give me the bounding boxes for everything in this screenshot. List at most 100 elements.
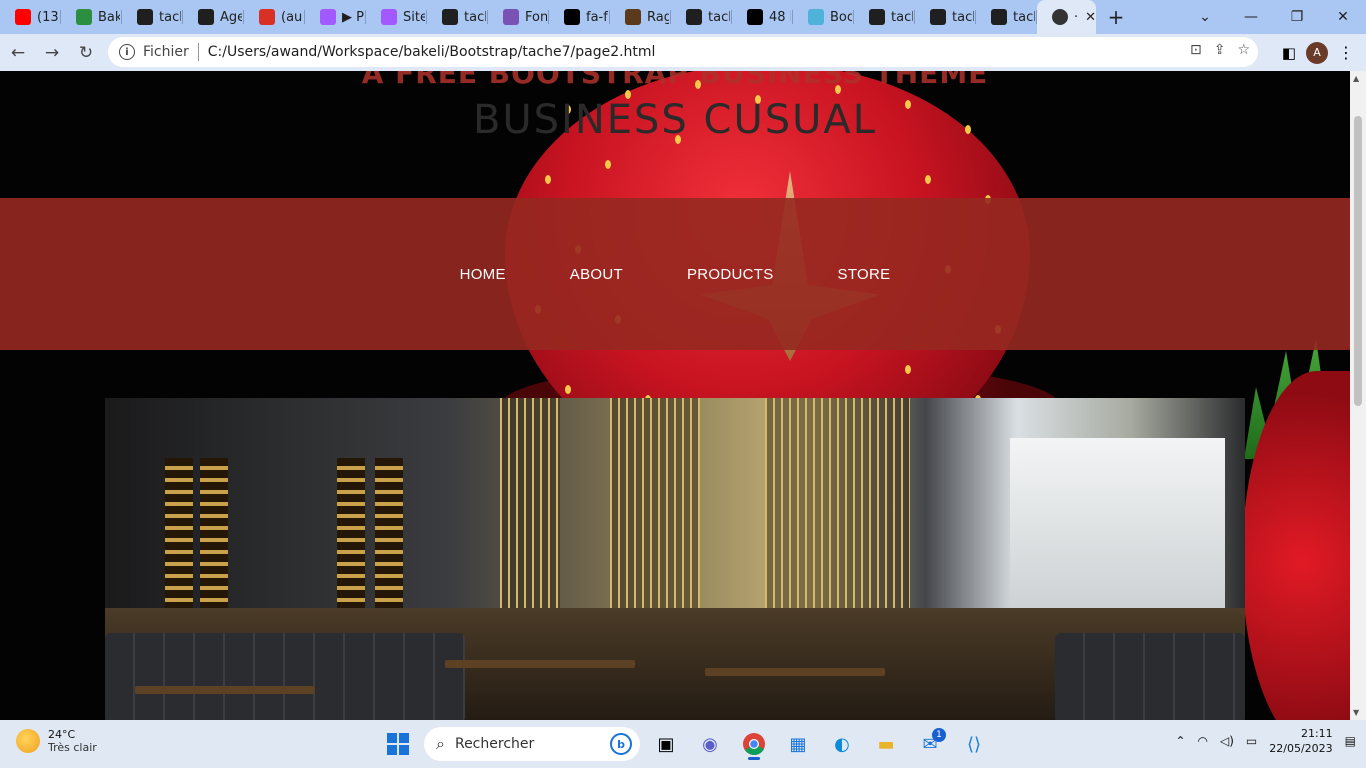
browser-tab[interactable]: tach: [122, 0, 183, 34]
gmail-icon: [259, 9, 275, 25]
close-window-button[interactable]: ✕: [1320, 0, 1366, 34]
profile-avatar[interactable]: A: [1306, 41, 1328, 64]
task-view-icon[interactable]: ▣: [648, 726, 684, 762]
tab-label: (auc: [281, 9, 303, 25]
dining-table: [705, 668, 885, 676]
mail-icon[interactable]: ✉ 1: [912, 726, 948, 762]
tab-label: tach: [708, 9, 730, 25]
wine-shelf: [337, 458, 365, 618]
weather-moon-icon: [16, 729, 40, 753]
start-windows-icon[interactable]: [380, 726, 416, 762]
mail-badge: 1: [932, 728, 946, 742]
window-controls: ⌄ — ❐ ✕: [1182, 0, 1366, 34]
banquette-seat: [1055, 633, 1245, 720]
scrollbar-thumb[interactable]: [1354, 116, 1362, 406]
bookmark-star-icon[interactable]: ☆: [1237, 42, 1250, 58]
file-explorer-icon[interactable]: ▬: [868, 726, 904, 762]
toolbar-right: ◧ A ⋮: [1282, 34, 1366, 71]
restore-button[interactable]: ❐: [1274, 0, 1320, 34]
tray-chevron-icon[interactable]: ⌃: [1175, 734, 1185, 748]
browser-tab[interactable]: tach: [854, 0, 915, 34]
tab-label: (13): [37, 9, 59, 25]
browser-tab[interactable]: fa-f: [549, 0, 610, 34]
weather-widget[interactable]: 24°C Très clair: [16, 728, 97, 754]
tab-search-icon[interactable]: ⌄: [1182, 0, 1228, 34]
browser-tab[interactable]: tach: [976, 0, 1037, 34]
active-tab[interactable]: · ✕: [1037, 0, 1096, 34]
tab-label: fa-f: [586, 9, 608, 25]
globe-icon: [991, 9, 1007, 25]
browser-toolbar: ← → ↻ i Fichier C:/Users/awand/Workspace…: [0, 34, 1366, 71]
taskbar-search[interactable]: ⌕ Rechercher b: [424, 727, 640, 761]
notifications-icon[interactable]: ▤: [1345, 734, 1356, 748]
wine-shelf: [375, 458, 403, 618]
clock[interactable]: 21:11 22/05/2023: [1269, 726, 1332, 756]
share-icon[interactable]: ⇪: [1214, 42, 1226, 58]
system-tray: ⌃ ◠ ◁) ▭ 21:11 22/05/2023 ▤: [1175, 726, 1356, 756]
browser-tab[interactable]: Boc: [793, 0, 854, 34]
chrome-icon[interactable]: [736, 726, 772, 762]
tab-label: 48 E: [769, 9, 791, 25]
windows-taskbar: 24°C Très clair ⌕ Rechercher b ▣ ◉ ▦ ◐ ▬…: [0, 720, 1366, 768]
wifi-icon[interactable]: ◠: [1198, 734, 1208, 748]
browser-tab[interactable]: Rag: [610, 0, 671, 34]
nav-store[interactable]: STORE: [806, 266, 923, 283]
strawberry-seed: [565, 385, 571, 394]
clock-time: 21:11: [1300, 727, 1333, 740]
battery-icon[interactable]: ▭: [1246, 734, 1257, 748]
browser-tab[interactable]: (13): [0, 0, 61, 34]
browser-tab[interactable]: Fon: [488, 0, 549, 34]
clock-date: 22/05/2023: [1269, 742, 1333, 755]
browser-tab[interactable]: tach: [915, 0, 976, 34]
browser-tab[interactable]: tach: [427, 0, 488, 34]
hero-subtitle: A FREE BOOTSTRAP BUSINESS THEME: [361, 71, 989, 90]
image-icon: [625, 9, 641, 25]
strawberry-seed: [605, 160, 611, 169]
restaurant-photo: [105, 398, 1245, 720]
figma-icon: [320, 9, 336, 25]
tab-label: Fon: [525, 9, 547, 25]
globe-icon: [198, 9, 214, 25]
new-tab-button[interactable]: +: [1096, 0, 1136, 34]
dining-table: [135, 686, 315, 694]
translate-icon[interactable]: ⊡: [1190, 42, 1202, 58]
back-button[interactable]: ←: [2, 37, 34, 69]
nav-about[interactable]: ABOUT: [538, 266, 655, 283]
browser-tab[interactable]: Site: [366, 0, 427, 34]
reload-button[interactable]: ↻: [70, 37, 102, 69]
scroll-down-icon[interactable]: ▼: [1353, 708, 1359, 717]
menu-icon[interactable]: ⋮: [1338, 43, 1354, 62]
nav-home[interactable]: HOME: [428, 266, 538, 283]
browser-tab[interactable]: Bak: [61, 0, 122, 34]
browser-tab[interactable]: 48 E: [732, 0, 793, 34]
bing-icon[interactable]: b: [610, 733, 632, 755]
bakeli-icon: [76, 9, 92, 25]
url-text[interactable]: C:/Users/awand/Workspace/bakeli/Bootstra…: [208, 44, 656, 60]
vscode-icon[interactable]: ⟨⟩: [956, 726, 992, 762]
address-actions: ⊡ ⇪ ☆: [1190, 42, 1250, 58]
close-tab-icon[interactable]: ✕: [1085, 10, 1096, 25]
tab-label: tach: [464, 9, 486, 25]
side-panel-icon[interactable]: ◧: [1282, 44, 1296, 62]
page-scrollbar[interactable]: ▲ ▼: [1350, 71, 1366, 720]
browser-tab-strip: (13) Bak tach Age (auc ▶ P Site tach Fon fa-f Rag t…: [0, 0, 1366, 34]
browser-tab[interactable]: Age: [183, 0, 244, 34]
browser-tab[interactable]: tach: [671, 0, 732, 34]
site-info-icon[interactable]: i: [119, 44, 135, 60]
nav-products[interactable]: PRODUCTS: [655, 266, 806, 283]
scroll-up-icon[interactable]: ▲: [1353, 74, 1359, 83]
browser-tab[interactable]: ▶ P: [305, 0, 366, 34]
store-icon[interactable]: ▦: [780, 726, 816, 762]
wine-shelf: [165, 458, 193, 618]
address-bar[interactable]: i Fichier C:/Users/awand/Workspace/bakel…: [108, 37, 1258, 67]
edge-icon[interactable]: ◐: [824, 726, 860, 762]
minimize-button[interactable]: —: [1228, 0, 1274, 34]
youtube-icon: [15, 9, 31, 25]
taskbar-apps: ⌕ Rechercher b ▣ ◉ ▦ ◐ ▬ ✉ 1 ⟨⟩: [380, 726, 992, 762]
volume-icon[interactable]: ◁): [1220, 734, 1234, 748]
url-scheme-label: Fichier: [143, 44, 189, 60]
teams-chat-icon[interactable]: ◉: [692, 726, 728, 762]
forward-button[interactable]: →: [36, 37, 68, 69]
browser-tab[interactable]: (auc: [244, 0, 305, 34]
active-tab-label: ·: [1074, 9, 1079, 25]
